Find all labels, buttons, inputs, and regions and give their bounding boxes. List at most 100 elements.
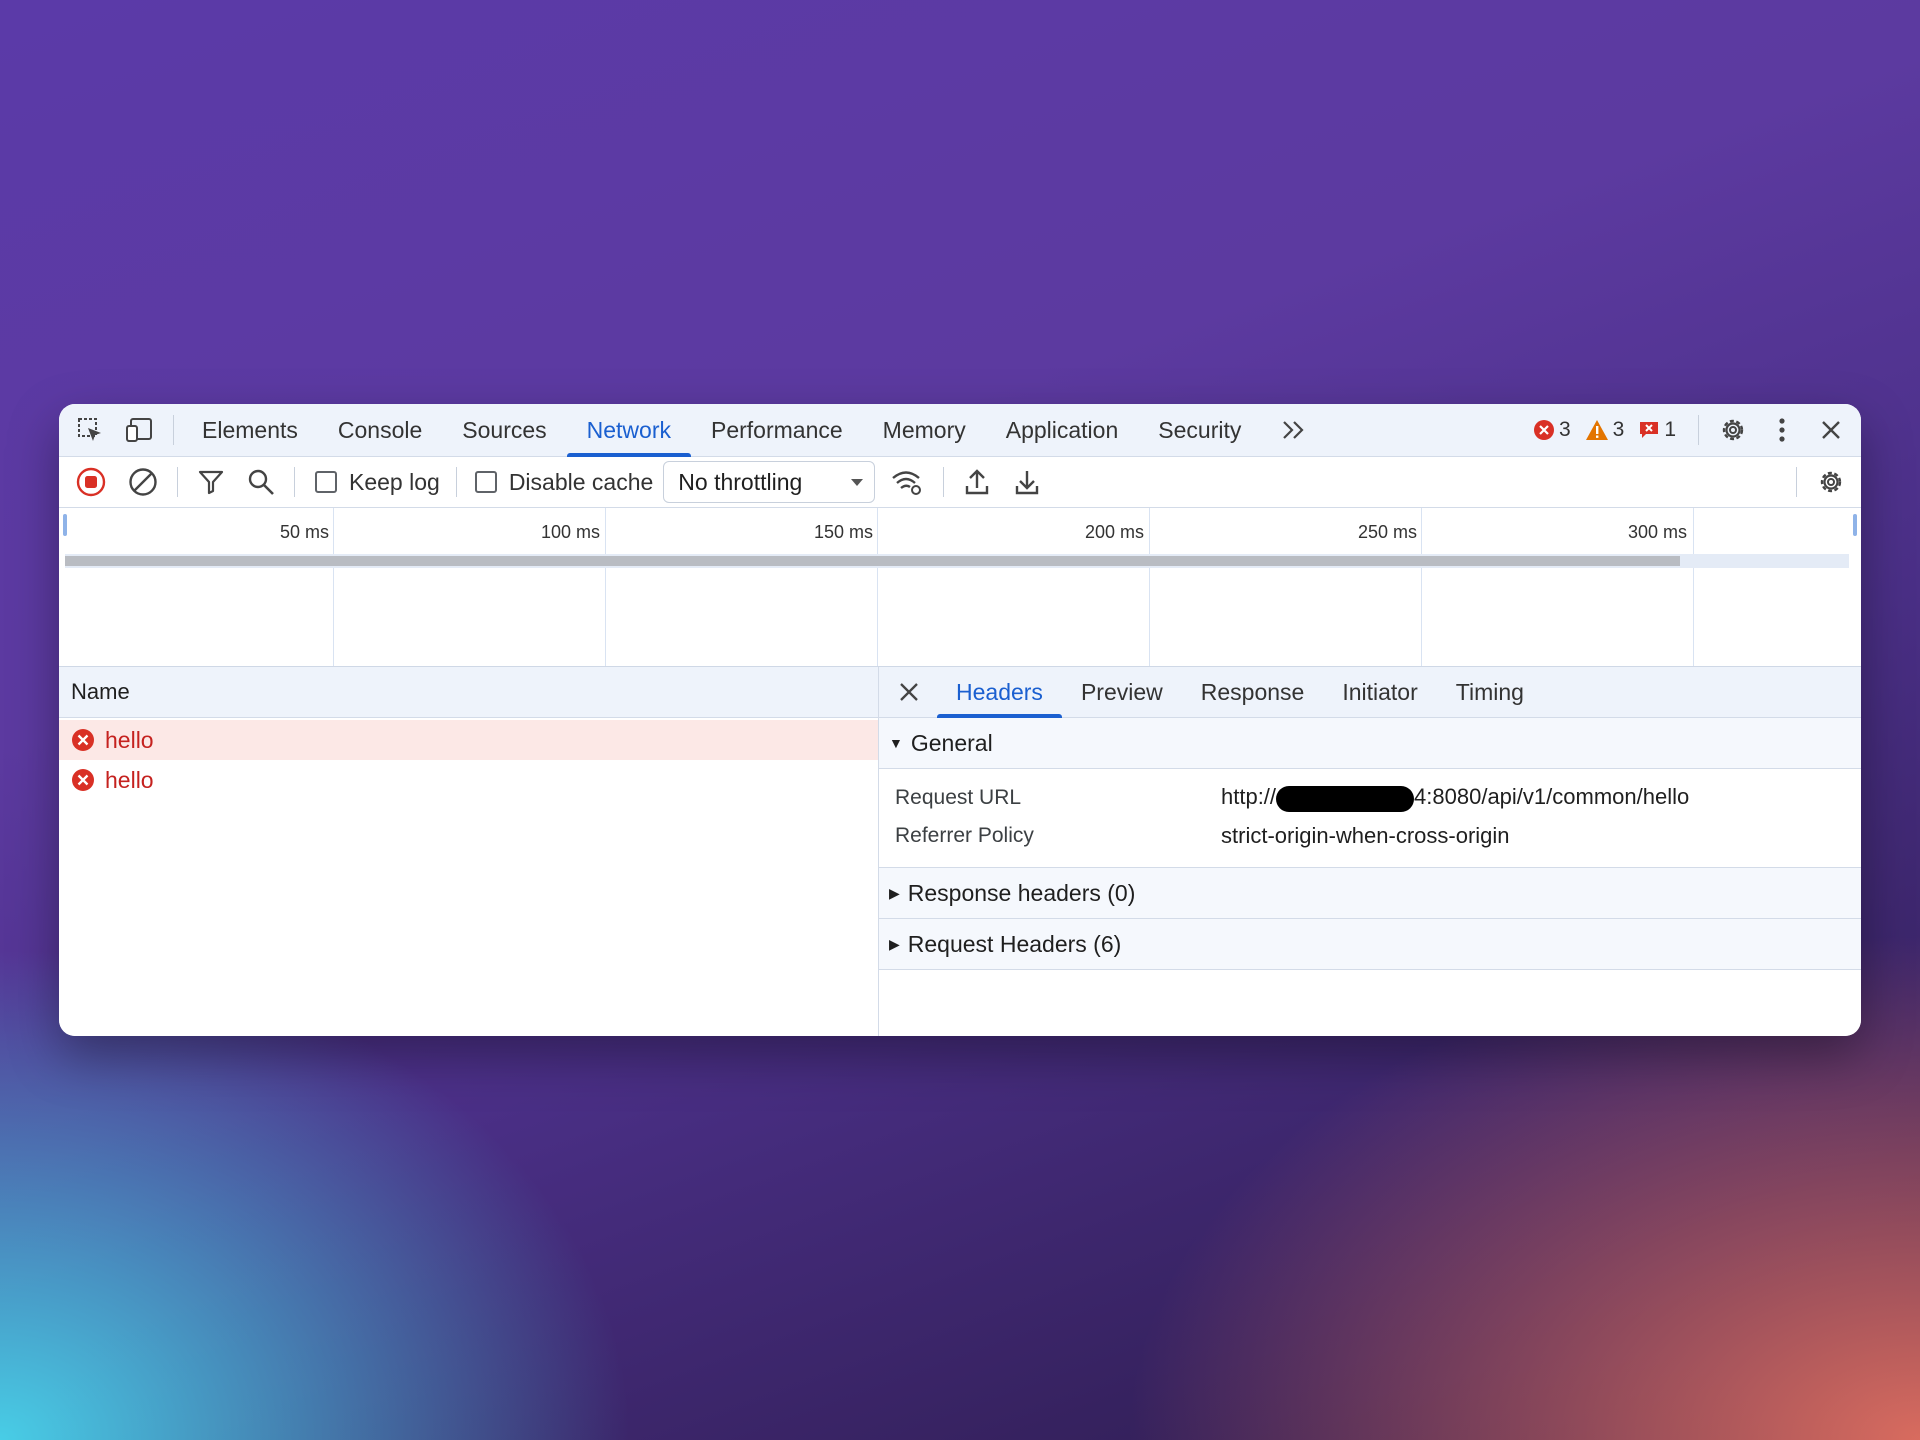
error-icon	[72, 729, 94, 751]
separator	[294, 467, 295, 497]
tab-sources[interactable]: Sources	[442, 404, 566, 456]
tab-headers[interactable]: Headers	[937, 667, 1062, 718]
gridline	[333, 508, 334, 666]
tab-response[interactable]: Response	[1182, 667, 1324, 717]
separator	[1698, 415, 1699, 445]
warning-icon	[1585, 420, 1608, 440]
request-url-suffix: 4:8080/api/v1/common/hello	[1414, 784, 1690, 810]
gridline	[605, 508, 606, 666]
search-icon[interactable]	[236, 457, 286, 507]
timeline-tick: 200 ms	[1084, 522, 1144, 542]
referrer-policy-value[interactable]: strict-origin-when-cross-origin	[1221, 823, 1510, 849]
more-tabs-icon[interactable]	[1269, 404, 1319, 456]
export-har-download-icon[interactable]	[1002, 457, 1052, 507]
devtools-window: Elements Console Sources Network Perform…	[59, 404, 1861, 1036]
caret-right-icon: ▶	[889, 935, 900, 952]
separator	[1796, 467, 1797, 497]
tab-preview[interactable]: Preview	[1062, 667, 1182, 717]
request-headers-toggle[interactable]: ▶ Request Headers (6)	[879, 919, 1861, 970]
network-toolbar: Keep log Disable cache No throttling	[59, 457, 1861, 508]
separator	[177, 467, 178, 497]
request-row[interactable]: hello	[59, 760, 878, 800]
clear-icon[interactable]	[117, 457, 169, 507]
overview-left-handle[interactable]	[63, 514, 67, 536]
request-row[interactable]: hello	[59, 720, 878, 760]
request-list: Name hello hello	[59, 667, 879, 1036]
issues-count: 1	[1664, 418, 1676, 441]
general-section-toggle[interactable]: ▼ General	[879, 718, 1861, 769]
request-name: hello	[105, 726, 154, 753]
gridline	[1149, 508, 1150, 666]
overview-right-handle[interactable]	[1853, 514, 1857, 536]
tab-console[interactable]: Console	[318, 404, 442, 456]
throttling-select[interactable]: No throttling	[663, 461, 876, 503]
filter-icon[interactable]	[186, 457, 236, 507]
warning-count: 3	[1612, 418, 1625, 441]
column-header-name[interactable]: Name	[59, 667, 878, 718]
request-details-pane: Headers Preview Response Initiator Timin…	[879, 667, 1861, 1036]
request-headers-title: Request Headers (6)	[907, 930, 1122, 957]
tab-timing[interactable]: Timing	[1437, 667, 1543, 717]
tab-network[interactable]: Network	[566, 404, 692, 457]
response-headers-toggle[interactable]: ▶ Response headers (0)	[879, 868, 1861, 919]
request-url-label: Request URL	[895, 786, 1022, 809]
tab-memory[interactable]: Memory	[863, 404, 986, 456]
main-tab-bar: Elements Console Sources Network Perform…	[59, 404, 1861, 457]
details-tab-bar: Headers Preview Response Initiator Timin…	[879, 667, 1861, 718]
request-url-value[interactable]: http:// 4:8080/api/v1/common/hello	[1221, 784, 1690, 812]
kebab-menu-icon[interactable]	[1759, 404, 1805, 456]
error-icon	[72, 769, 94, 791]
referrer-policy-row: Referrer Policy strict-origin-when-cross…	[879, 817, 1861, 855]
keep-log-checkbox[interactable]: Keep log	[315, 469, 440, 496]
error-icon	[1533, 420, 1554, 440]
issues-count-badge[interactable]: 1	[1638, 418, 1676, 442]
gridline	[877, 508, 878, 666]
stop-recording-icon[interactable]	[65, 457, 117, 507]
warning-count-badge[interactable]: 3	[1585, 418, 1625, 442]
caret-right-icon: ▶	[889, 884, 900, 901]
request-url-prefix: http://	[1221, 784, 1277, 810]
network-conditions-icon[interactable]	[879, 457, 935, 507]
error-count: 3	[1558, 418, 1571, 441]
issue-flag-icon	[1640, 422, 1659, 438]
disable-cache-box[interactable]	[474, 471, 497, 493]
request-name: hello	[105, 766, 154, 793]
disable-cache-checkbox[interactable]: Disable cache	[474, 468, 654, 496]
request-timing-bar	[65, 556, 1680, 566]
keep-log-box[interactable]	[315, 471, 337, 493]
separator	[455, 467, 457, 497]
timeline-tick: 50 ms	[279, 522, 329, 542]
tab-security[interactable]: Security	[1138, 404, 1261, 456]
disable-cache-label: Disable cache	[508, 468, 654, 495]
timeline-tick: 100 ms	[540, 522, 600, 542]
device-toolbar-icon[interactable]	[115, 404, 165, 456]
network-overview-timeline[interactable]: 50 ms 100 ms 150 ms 200 ms 250 ms 300 ms	[59, 508, 1861, 667]
gridline	[1421, 508, 1422, 666]
settings-gear-icon[interactable]	[1707, 404, 1759, 456]
tab-performance[interactable]: Performance	[691, 404, 863, 456]
inspect-element-icon[interactable]	[65, 404, 115, 456]
close-details-icon[interactable]	[881, 667, 937, 717]
general-section-body: Request URL http:// 4:8080/api/v1/common/…	[879, 769, 1861, 868]
timeline-tick: 150 ms	[813, 522, 873, 542]
tab-initiator[interactable]: Initiator	[1323, 667, 1436, 717]
throttling-value: No throttling	[678, 468, 803, 495]
gridline	[1693, 508, 1694, 666]
separator	[943, 467, 945, 497]
timeline-tick: 250 ms	[1357, 522, 1417, 542]
response-headers-title: Response headers (0)	[907, 879, 1136, 906]
import-har-upload-icon[interactable]	[952, 457, 1002, 507]
timeline-tick: 300 ms	[1627, 522, 1687, 542]
tab-application[interactable]: Application	[986, 404, 1139, 456]
request-url-row: Request URL http:// 4:8080/api/v1/common/…	[879, 779, 1861, 817]
redacted-host	[1276, 785, 1415, 812]
error-count-badge[interactable]: 3	[1533, 418, 1571, 442]
tab-elements[interactable]: Elements	[182, 404, 318, 456]
network-settings-gear-icon[interactable]	[1805, 457, 1857, 507]
separator	[173, 415, 174, 445]
close-devtools-icon[interactable]	[1805, 404, 1857, 456]
referrer-policy-label: Referrer Policy	[895, 824, 1034, 847]
dropdown-arrow-icon	[851, 479, 864, 486]
general-section-title: General	[910, 729, 993, 756]
keep-log-label: Keep log	[349, 468, 440, 495]
